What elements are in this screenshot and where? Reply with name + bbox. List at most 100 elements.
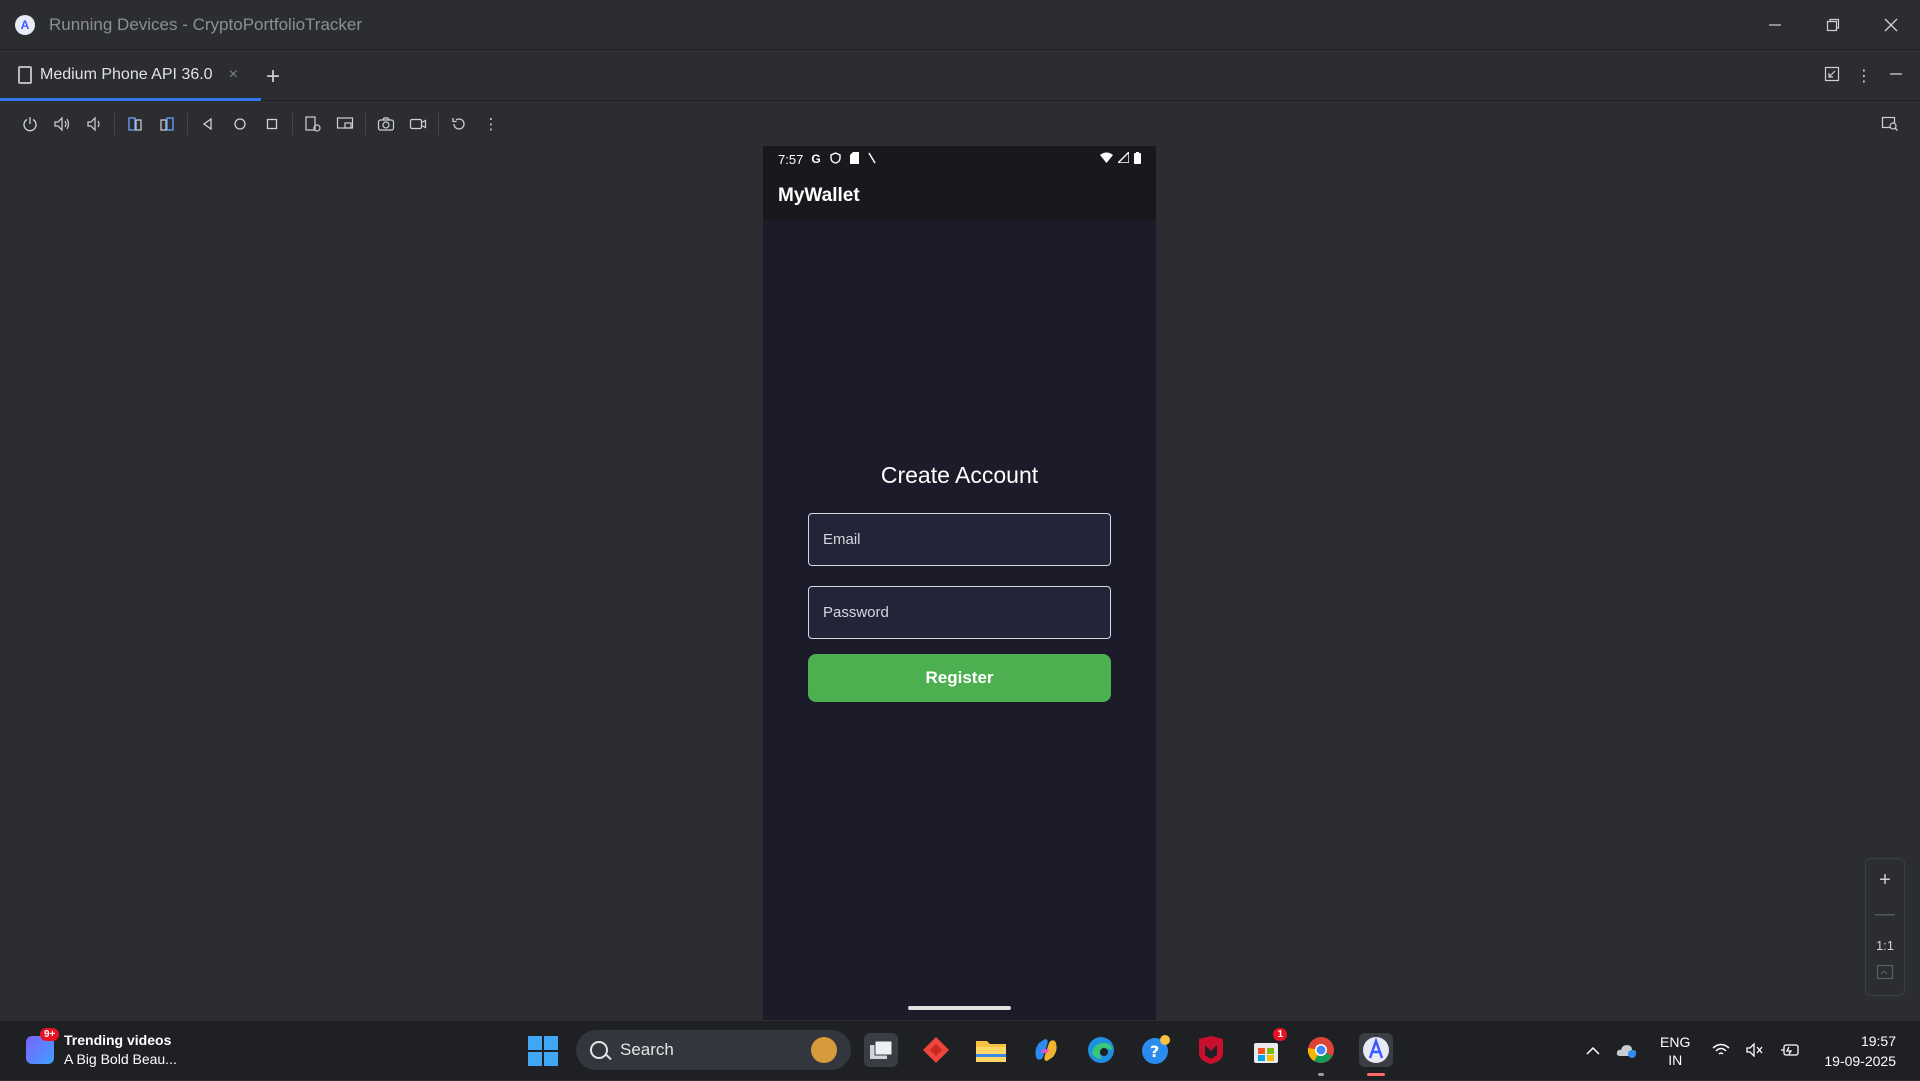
status-time: 7:57 xyxy=(778,151,804,167)
widget-badge: 9+ xyxy=(40,1028,60,1041)
more-options-icon[interactable]: ⋮ xyxy=(1856,66,1872,86)
anydesk-icon[interactable] xyxy=(919,1033,953,1067)
lang-bottom: IN xyxy=(1668,1052,1683,1068)
edge-icon[interactable] xyxy=(1084,1033,1118,1067)
toolbar-separator xyxy=(187,113,188,135)
mcafee-icon[interactable] xyxy=(1194,1033,1228,1067)
status-notification-icons: G xyxy=(811,151,876,167)
tab-label: Medium Phone API 36.0 xyxy=(40,65,213,83)
onedrive-icon[interactable] xyxy=(1616,1042,1638,1061)
device-icon xyxy=(18,65,32,84)
email-field[interactable]: Email xyxy=(808,513,1111,566)
zoom-out-button[interactable]: — xyxy=(1875,903,1895,926)
device-tab-bar: Medium Phone API 36.0 × + ⋮ xyxy=(0,51,1920,101)
fit-screen-icon[interactable] xyxy=(1876,964,1894,985)
signal-icon xyxy=(1116,149,1130,167)
sd-card-icon xyxy=(849,151,859,167)
window-controls xyxy=(1746,0,1920,50)
restore-icon xyxy=(1826,18,1840,32)
emulator-toolbar: ⋮ xyxy=(0,102,1920,146)
windows-taskbar: 9+ Trending videos A Big Bold Beau... Se… xyxy=(0,1020,1920,1080)
task-view-icon[interactable] xyxy=(864,1033,898,1067)
more-icon[interactable]: ⋮ xyxy=(475,108,507,140)
clock-date: 19-09-2025 xyxy=(1824,1053,1896,1069)
password-placeholder: Password xyxy=(823,604,889,621)
android-studio-icon[interactable] xyxy=(1359,1033,1393,1076)
toolbar-separator xyxy=(292,113,293,135)
device-settings-icon[interactable] xyxy=(297,108,329,140)
close-icon xyxy=(1884,18,1898,32)
wifi-icon xyxy=(1100,152,1113,167)
microsoft-store-icon[interactable]: 1 xyxy=(1249,1028,1287,1067)
app-bar: MyWallet xyxy=(763,172,1156,220)
app-title: MyWallet xyxy=(778,185,860,206)
search-icon xyxy=(590,1041,608,1059)
volume-up-icon[interactable] xyxy=(46,108,78,140)
overview-icon[interactable] xyxy=(256,108,288,140)
widget-text: Trending videos A Big Bold Beau... xyxy=(64,1031,177,1069)
tabbar-actions: ⋮ xyxy=(1824,51,1920,101)
copilot-icon[interactable] xyxy=(1029,1033,1063,1067)
debug-icon xyxy=(868,152,876,167)
register-button[interactable]: Register xyxy=(808,654,1111,702)
close-button[interactable] xyxy=(1862,0,1920,50)
volume-muted-icon[interactable] xyxy=(1746,1041,1764,1060)
help-app-icon[interactable]: ? xyxy=(1139,1033,1173,1067)
clock-time: 19:57 xyxy=(1860,1033,1896,1049)
widget-title: Trending videos xyxy=(64,1032,172,1048)
hide-panel-icon[interactable] xyxy=(1888,66,1904,87)
phone-screen[interactable]: 7:57 G MyWallet Create Account Email Pas… xyxy=(763,146,1156,1020)
rotate-left-icon[interactable] xyxy=(119,108,151,140)
system-tray: ENG IN 19:57 19-09-2025 xyxy=(1578,1021,1920,1081)
restore-panel-icon[interactable] xyxy=(1824,66,1840,87)
windows-start-icon[interactable] xyxy=(528,1036,558,1066)
zoom-search-icon[interactable] xyxy=(1874,108,1906,140)
screen-record-icon[interactable] xyxy=(402,108,434,140)
widget-subtitle: A Big Bold Beau... xyxy=(64,1051,177,1067)
news-widget[interactable]: 9+ Trending videos A Big Bold Beau... xyxy=(26,1028,177,1069)
password-field[interactable]: Password xyxy=(808,586,1111,639)
store-badge: 1 xyxy=(1273,1028,1287,1041)
widgets-icon: 9+ xyxy=(26,1028,60,1064)
search-highlight-icon xyxy=(811,1037,837,1063)
window-title: Running Devices - CryptoPortfolioTracker xyxy=(49,14,363,34)
register-label: Register xyxy=(925,668,994,687)
add-device-tab-button[interactable]: + xyxy=(266,63,280,91)
reset-icon[interactable] xyxy=(443,108,475,140)
tab-medium-phone[interactable]: Medium Phone API 36.0 × xyxy=(0,51,261,101)
screenshot-icon[interactable] xyxy=(370,108,402,140)
svg-text:?: ? xyxy=(1150,1042,1159,1061)
home-icon[interactable] xyxy=(224,108,256,140)
file-explorer-icon[interactable] xyxy=(974,1033,1008,1067)
minimize-icon xyxy=(1769,24,1781,26)
gesture-home-indicator[interactable] xyxy=(908,1006,1011,1010)
minimize-button[interactable] xyxy=(1746,0,1804,50)
lang-top: ENG xyxy=(1660,1034,1691,1050)
restore-button[interactable] xyxy=(1804,0,1862,50)
battery-icon[interactable] xyxy=(1780,1043,1800,1060)
form-title: Create Account xyxy=(880,462,1039,488)
toolbar-separator xyxy=(365,113,366,135)
back-icon[interactable] xyxy=(192,108,224,140)
volume-down-icon[interactable] xyxy=(78,108,110,140)
search-label: Search xyxy=(620,1040,674,1059)
actual-size-button[interactable]: 1:1 xyxy=(1876,938,1894,953)
chrome-icon[interactable] xyxy=(1304,1033,1338,1076)
wifi-icon[interactable] xyxy=(1712,1043,1730,1060)
email-placeholder: Email xyxy=(823,531,861,548)
battery-icon xyxy=(1134,151,1141,167)
title-bar: A Running Devices - CryptoPortfolioTrack… xyxy=(0,0,1920,50)
android-studio-logo-icon: A xyxy=(15,14,35,35)
zoom-in-button[interactable]: + xyxy=(1879,869,1891,892)
power-icon[interactable] xyxy=(14,108,46,140)
google-icon: G xyxy=(811,151,821,166)
language-indicator[interactable]: ENG IN xyxy=(1660,1033,1690,1069)
status-system-icons xyxy=(1100,149,1141,167)
display-icon[interactable] xyxy=(329,108,361,140)
shield-icon xyxy=(829,151,841,167)
taskbar-clock[interactable]: 19:57 19-09-2025 xyxy=(1824,1031,1896,1071)
taskbar-search-box[interactable]: Search xyxy=(576,1030,851,1070)
show-hidden-icons[interactable] xyxy=(1586,1043,1600,1059)
tab-close-icon[interactable]: × xyxy=(229,66,238,84)
rotate-right-icon[interactable] xyxy=(151,108,183,140)
